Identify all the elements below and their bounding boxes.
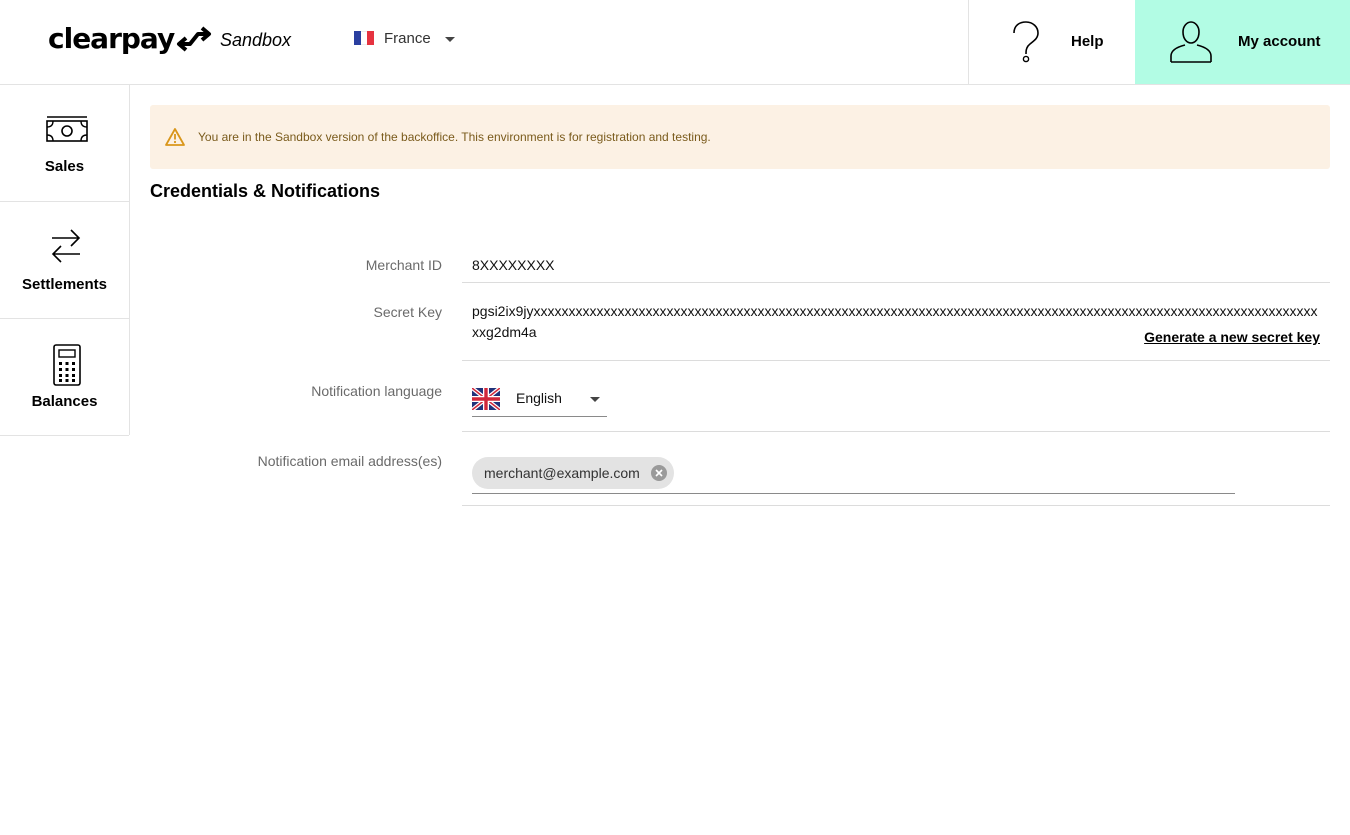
uk-flag-icon [472,388,500,410]
merchant-id-row: 8XXXXXXXX [462,245,1330,283]
language-value: English [516,390,562,406]
notification-email-input[interactable]: merchant@example.com [472,450,1235,494]
page-title: Credentials & Notifications [150,181,381,201]
clearpay-logo[interactable]: clearpay [48,22,212,56]
email-chip: merchant@example.com [472,457,674,489]
question-mark-icon [1013,21,1039,63]
notification-email-label: Notification email address(es) [257,453,442,469]
sidebar-nav: Sales Settlements Balances [0,85,130,436]
country-label: France [384,29,431,47]
notification-email-row: merchant@example.com [462,440,1330,506]
calculator-icon [53,344,81,386]
merchant-id-label: Merchant ID [365,257,442,273]
notification-language-select[interactable]: English [472,385,607,417]
logo-wordmark: clearpay [48,22,175,55]
cash-icon [46,116,88,142]
merchant-id-value: 8XXXXXXXX [472,257,555,273]
sandbox-warning-banner: You are in the Sandbox version of the ba… [150,105,1330,169]
help-button[interactable]: Help [968,0,1135,84]
notification-language-row: English [462,375,1330,432]
email-chip-text: merchant@example.com [484,465,640,481]
generate-secret-key-link[interactable]: Generate a new secret key [1144,329,1320,345]
remove-email-icon[interactable] [650,465,667,481]
sidebar-item-label: Sales [44,158,85,175]
secret-key-row: pgsi2ix9jyxxxxxxxxxxxxxxxxxxxxxxxxxxxxxx… [462,297,1330,361]
secret-key-label: Secret Key [373,304,442,320]
chevron-down-icon [444,37,455,42]
sidebar-item-sales[interactable]: Sales [0,85,129,202]
chevron-down-icon [590,397,600,402]
sidebar-item-settlements[interactable]: Settlements [0,202,129,319]
sidebar-item-label: Balances [31,393,98,410]
transfer-arrows-icon [51,229,81,263]
country-selector[interactable]: France [354,26,455,50]
sidebar-item-balances[interactable]: Balances [0,319,129,436]
sidebar-item-label: Settlements [21,276,108,293]
my-account-label: My account [1238,33,1321,50]
environment-label: Sandbox [220,30,292,50]
my-account-button[interactable]: My account [1135,0,1350,84]
france-flag-icon [354,31,375,45]
warning-icon [165,128,185,146]
logo-arrows-icon [177,26,212,52]
top-header: clearpay Sandbox France Help My account [0,0,1350,85]
user-icon [1170,21,1212,63]
help-label: Help [1071,33,1104,50]
banner-text: You are in the Sandbox version of the ba… [198,130,711,144]
notification-language-label: Notification language [311,383,442,399]
